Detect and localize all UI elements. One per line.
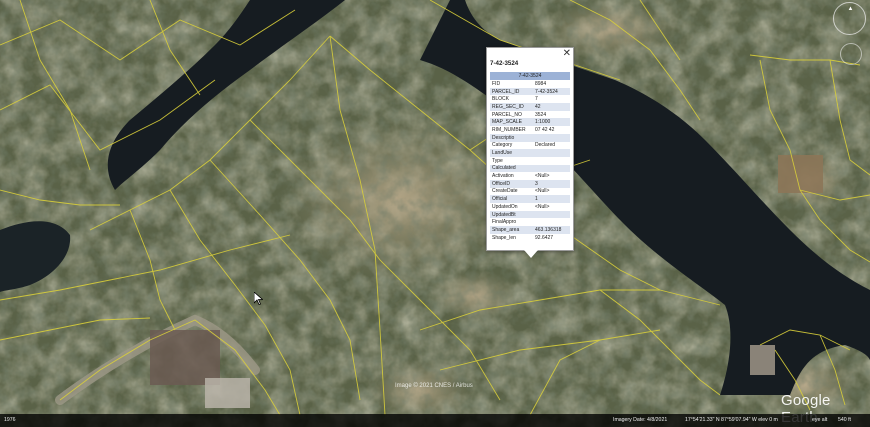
attribute-name: Official — [490, 195, 533, 203]
zoom-control-icon[interactable] — [840, 43, 862, 65]
imagery-date: Imagery Date: 4/8/2021 — [613, 417, 668, 423]
attribute-name: OfficeID — [490, 179, 533, 188]
attribute-name: PARCEL_NO — [492, 111, 522, 118]
attribute-row: MAP_SCALE 1:1000 — [490, 118, 570, 127]
attribute-value: 3 — [533, 179, 570, 188]
close-icon[interactable]: ✕ — [563, 48, 571, 59]
attribute-name: REG_SEC_ID — [490, 103, 533, 111]
attribute-row: RIM_NUMBER 07 42 42 — [490, 126, 570, 134]
attribute-name: UpdatedOn — [492, 203, 518, 210]
attribute-name: Type — [492, 157, 503, 164]
attribute-row: Shape_len 92.6427 — [490, 234, 570, 242]
building — [150, 330, 220, 385]
eye-alt-label: eye alt — [812, 417, 828, 423]
coordinates-readout: 17°54'21.33" N 87°59'07.94" W elev 0 m — [685, 417, 778, 423]
attribute-row: CreateDate <Null> — [490, 188, 570, 196]
attribute-value — [533, 149, 570, 157]
attribute-name: Calculated — [490, 164, 533, 173]
attribute-value: 3524 — [535, 111, 547, 118]
attribute-value: 7 — [535, 96, 538, 103]
eye-alt-value: 540 ft — [838, 417, 851, 423]
attribute-name: RIM_NUMBER — [492, 126, 526, 133]
attribute-value — [533, 157, 570, 165]
attribute-name: Category — [492, 142, 513, 149]
attribute-row: OfficeID 3 — [490, 179, 570, 188]
attribute-value — [533, 164, 570, 173]
attribute-row: Descriptio — [490, 133, 570, 142]
attribute-value: 92.6427 — [535, 234, 554, 241]
attribute-value — [533, 210, 570, 219]
attribute-value: 463.136318 — [533, 226, 570, 234]
attribute-row: Calculated — [490, 164, 570, 173]
attribute-value: <Null> — [535, 188, 550, 195]
attribute-value — [533, 218, 570, 226]
building — [750, 345, 775, 375]
attribute-value: <Null> — [535, 173, 550, 180]
attribute-value: Declared — [535, 142, 556, 149]
attribute-row: UpdatedOn <Null> — [490, 203, 570, 211]
attribute-name: CreateDate — [492, 188, 518, 195]
attribute-name: MAP_SCALE — [490, 118, 533, 127]
status-left-text: 1976 — [4, 417, 16, 423]
north-indicator-icon: ▲ — [847, 6, 854, 12]
attribute-name: UpdatedBt — [490, 210, 533, 219]
mouse-pointer-icon — [253, 291, 264, 310]
attribute-row: UpdatedBt — [490, 210, 570, 219]
attribute-name: BLOCK — [492, 96, 509, 103]
attribute-value: 1:1000 — [533, 118, 570, 127]
imagery-watermark: Image © 2021 CNES / Airbus — [395, 383, 473, 389]
attribute-name: Activation — [492, 173, 514, 180]
attribute-row: BLOCK 7 — [490, 95, 570, 103]
attribute-row: FID 8984 — [490, 80, 570, 88]
attribute-row: Category Declared — [490, 142, 570, 150]
attribute-table-header: 7-42-3524 — [490, 72, 570, 80]
attribute-value: 7-42-3524 — [533, 87, 570, 96]
attribute-value: 42 — [533, 103, 570, 111]
attribute-value: 1 — [533, 195, 570, 203]
attribute-row: PARCEL_NO 3524 — [490, 111, 570, 119]
attribute-value: 8984 — [535, 80, 547, 87]
attribute-row: Activation <Null> — [490, 172, 570, 180]
attribute-row: FinalAppro — [490, 218, 570, 226]
attribute-value: 07 42 42 — [535, 126, 555, 133]
building — [778, 155, 823, 193]
attribute-name: FinalAppro — [492, 219, 517, 226]
attribute-row: Type — [490, 157, 570, 165]
popup-title: 7-42-3524 — [490, 60, 519, 67]
attribute-row: LandUse — [490, 149, 570, 157]
compass-icon[interactable]: ▲ — [833, 2, 866, 35]
popup-pointer — [524, 250, 538, 258]
parcel-info-popup: ✕ 7-42-3524 7-42-3524 FID 8984 PARCEL_ID 7-… — [486, 47, 574, 258]
attribute-value: <Null> — [535, 203, 550, 210]
attribute-table: 7-42-3524 FID 8984 PARCEL_ID 7-42-3524 BLOCK… — [490, 72, 570, 241]
status-bar: 1976 Imagery Date: 4/8/2021 17°54'21.33"… — [0, 414, 870, 427]
satellite-map[interactable] — [0, 0, 870, 427]
attribute-row: REG_SEC_ID 42 — [490, 103, 570, 111]
attribute-name: LandUse — [490, 149, 533, 157]
attribute-name: FID — [492, 80, 501, 87]
attribute-name: Shape_area — [490, 226, 533, 234]
attribute-name: Descriptio — [490, 133, 533, 142]
attribute-name: Shape_len — [492, 234, 516, 241]
attribute-name: PARCEL_ID — [490, 87, 533, 96]
attribute-row: PARCEL_ID 7-42-3524 — [490, 87, 570, 96]
attribute-value — [533, 133, 570, 142]
attribute-row: Shape_area 463.136318 — [490, 226, 570, 234]
building — [205, 378, 250, 408]
attribute-row: Official 1 — [490, 195, 570, 203]
